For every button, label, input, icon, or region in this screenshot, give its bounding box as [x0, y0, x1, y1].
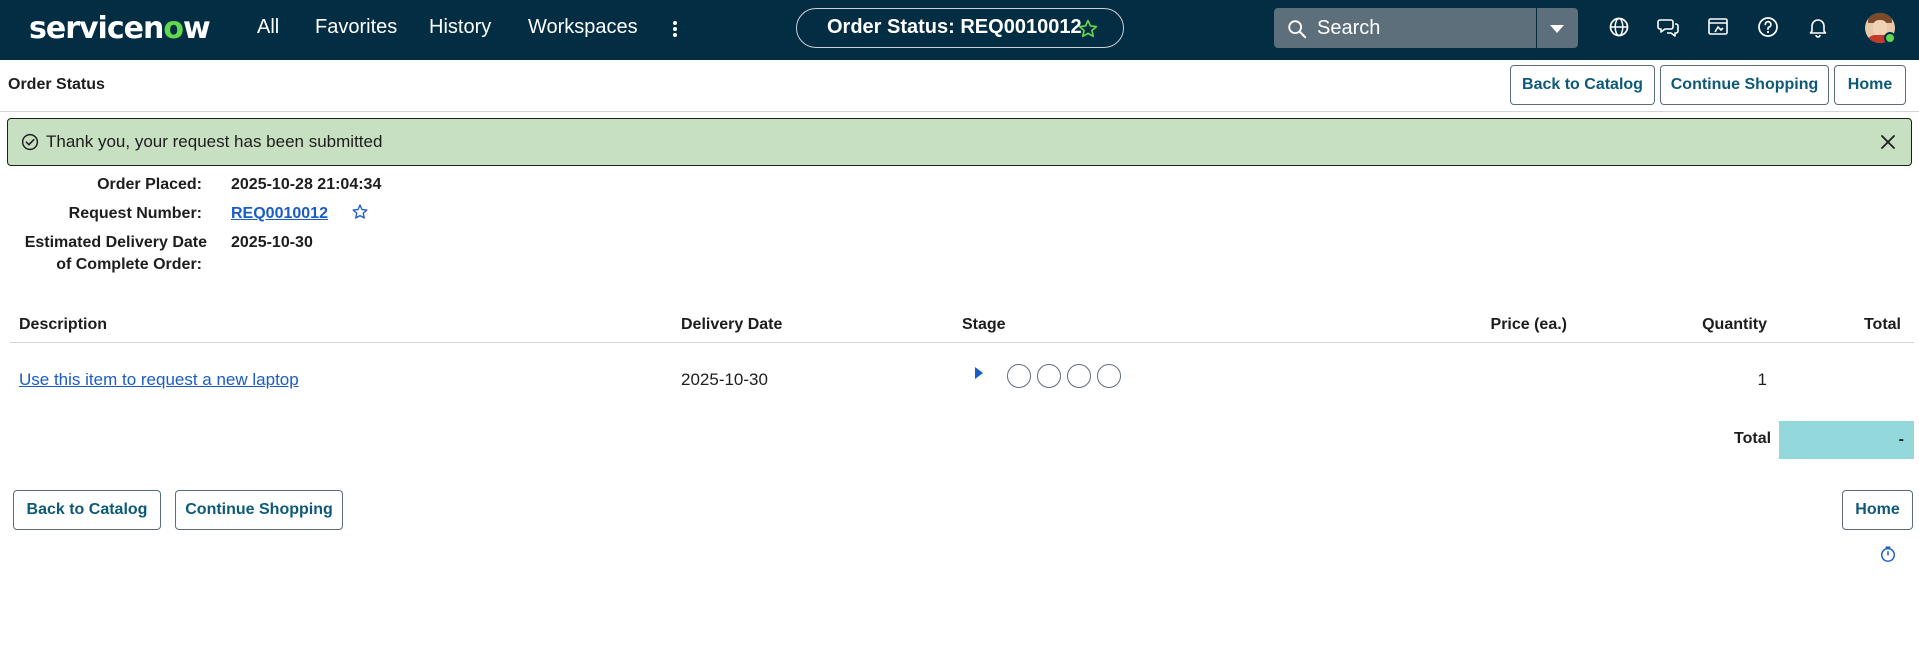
presence-status-dot: [1884, 32, 1896, 44]
nav-favorites[interactable]: Favorites: [315, 0, 397, 60]
favorite-star-icon[interactable]: [1077, 18, 1099, 40]
stage-step-1: [1007, 364, 1031, 388]
home-button[interactable]: Home: [1834, 65, 1906, 105]
header-divider: [0, 111, 1919, 112]
order-placed-value: 2025-10-28 21:04:34: [231, 176, 382, 193]
total-value-cell: -: [1779, 421, 1914, 459]
more-menu-icon[interactable]: [666, 14, 684, 42]
col-stage: Stage: [962, 316, 1006, 333]
delivery-date-label-line1: Estimated Delivery Date: [24, 234, 207, 251]
delivery-date-value: 2025-10-30: [231, 234, 313, 251]
stage-step-2: [1037, 364, 1061, 388]
bell-icon[interactable]: [1806, 15, 1830, 39]
nav-all[interactable]: All: [257, 0, 279, 60]
item-delivery-date: 2025-10-30: [681, 370, 768, 389]
help-icon[interactable]: [1756, 15, 1780, 39]
context-title-pill[interactable]: Order Status: REQ0010012: [796, 8, 1124, 48]
total-value: -: [1898, 431, 1904, 448]
timer-icon[interactable]: [1879, 545, 1897, 563]
total-label: Total: [1734, 430, 1772, 447]
col-price: Price (ea.): [1490, 316, 1567, 333]
globe-icon[interactable]: [1607, 15, 1631, 39]
table-header-divider: [10, 342, 1914, 343]
search-icon: [1288, 20, 1307, 39]
request-number-label: Request Number:: [68, 205, 202, 222]
star-outline-icon[interactable]: [351, 203, 369, 221]
stage-step-3: [1067, 364, 1091, 388]
top-navigation-bar: servicenow All Favorites History Workspa…: [0, 0, 1919, 60]
stage-expand-caret[interactable]: [975, 367, 983, 379]
request-number-link[interactable]: REQ0010012: [231, 203, 328, 225]
global-search-input[interactable]: Search: [1274, 8, 1536, 48]
search-placeholder: Search: [1317, 17, 1381, 39]
nav-workspaces[interactable]: Workspaces: [528, 0, 638, 60]
back-to-catalog-button[interactable]: Back to Catalog: [1510, 65, 1655, 105]
servicenow-logo[interactable]: servicenow: [29, 9, 211, 49]
delivery-date-label-line2: of Complete Order:: [56, 256, 202, 273]
item-description-link[interactable]: Use this item to request a new laptop: [19, 369, 299, 391]
item-quantity: 1: [1757, 370, 1767, 389]
alert-message: Thank you, your request has been submitt…: [46, 132, 383, 151]
stage-step-4: [1097, 364, 1121, 388]
continue-shopping-button-bottom[interactable]: Continue Shopping: [175, 490, 343, 530]
nav-history[interactable]: History: [429, 0, 491, 60]
order-placed-label: Order Placed:: [97, 176, 202, 193]
check-circle-icon: [21, 133, 39, 151]
chat-icon[interactable]: [1656, 15, 1680, 39]
page-title: Order Status: [8, 76, 105, 93]
continue-shopping-button[interactable]: Continue Shopping: [1660, 65, 1829, 105]
col-description: Description: [19, 316, 108, 333]
close-icon[interactable]: [1878, 132, 1898, 152]
home-button-bottom[interactable]: Home: [1842, 490, 1913, 530]
col-quantity: Quantity: [1702, 316, 1767, 333]
col-total: Total: [1863, 316, 1901, 333]
col-delivery-date: Delivery Date: [681, 316, 783, 333]
admin-icon[interactable]: [1706, 15, 1730, 39]
back-to-catalog-button-bottom[interactable]: Back to Catalog: [13, 490, 161, 530]
success-alert: Thank you, your request has been submitt…: [7, 118, 1912, 166]
search-scope-dropdown[interactable]: [1537, 8, 1578, 48]
context-title: Order Status: REQ0010012: [827, 16, 1082, 38]
